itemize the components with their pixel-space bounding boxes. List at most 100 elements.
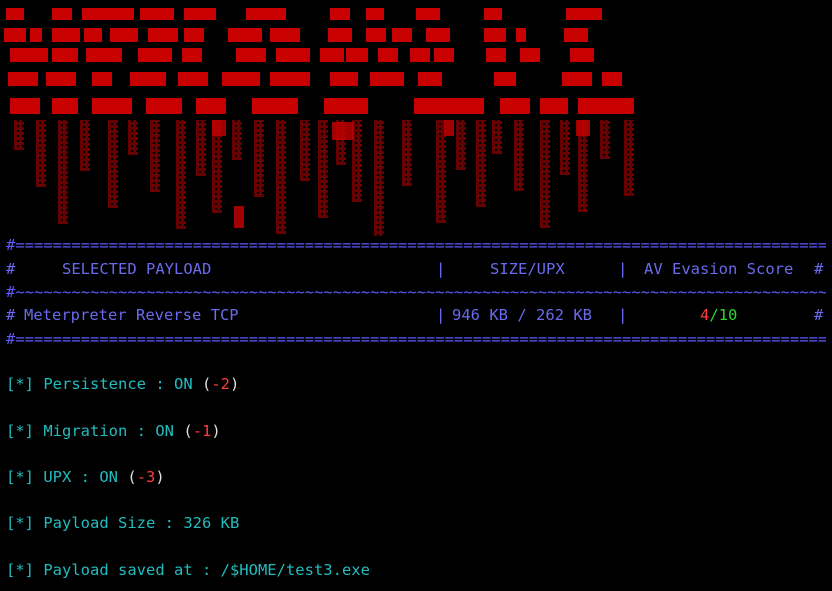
banner-block	[52, 98, 78, 114]
av-score-value: 4	[700, 306, 710, 324]
banner-block	[252, 98, 298, 114]
log-prefix: [*]	[6, 561, 34, 579]
banner-block	[602, 72, 622, 86]
banner-block	[392, 28, 412, 42]
banner-block	[540, 98, 568, 114]
ascii-art-banner	[0, 0, 832, 236]
banner-block	[328, 28, 352, 42]
banner-block	[378, 48, 398, 62]
saved-at-text: Payload saved at : /$HOME/test3.exe	[43, 561, 370, 579]
log-line-migration: [*] Migration : ON (-1)	[6, 422, 221, 440]
payload-size: 946 KB / 262 KB	[452, 306, 592, 324]
banner-accent	[444, 120, 454, 136]
banner-block	[486, 48, 506, 62]
banner-block	[236, 48, 266, 62]
banner-block	[52, 28, 80, 42]
banner-block	[178, 72, 208, 86]
log-prefix: [*]	[6, 375, 34, 393]
log-line-payload-size: [*] Payload Size : 326 KB	[6, 513, 239, 533]
banner-drip	[514, 120, 524, 191]
banner-block	[330, 8, 350, 20]
log-prefix: [*]	[6, 422, 34, 440]
banner-block	[330, 72, 358, 86]
banner-accent	[332, 122, 354, 140]
banner-block	[184, 28, 204, 42]
banner-block	[8, 72, 38, 86]
banner-drip	[402, 120, 412, 186]
banner-block	[570, 48, 594, 62]
banner-drip	[80, 120, 90, 171]
banner-block	[484, 8, 502, 20]
banner-drip	[196, 120, 206, 176]
log-delta: -1	[192, 422, 212, 440]
banner-block	[196, 98, 226, 114]
banner-block	[10, 98, 40, 114]
banner-block	[228, 28, 262, 42]
log-line-saved-at: [*] Payload saved at : /$HOME/test3.exe	[6, 560, 370, 580]
banner-block	[84, 28, 102, 42]
banner-drip	[300, 120, 310, 181]
banner-block	[182, 48, 202, 62]
banner-drip	[276, 120, 286, 234]
log-prefix: [*]	[6, 468, 34, 486]
banner-drip	[128, 120, 138, 155]
banner-block	[130, 72, 166, 86]
banner-drip	[560, 120, 570, 175]
header-av-evasion-score: AV Evasion Score	[644, 260, 794, 278]
banner-drip	[232, 120, 242, 160]
banner-block	[494, 72, 516, 86]
banner-accent	[576, 120, 590, 136]
banner-block	[578, 98, 634, 114]
payload-name: Meterpreter Reverse TCP	[24, 306, 239, 324]
log-line-persistence: [*] Persistence : ON (-2)	[6, 375, 240, 393]
table-header-row: # SELECTED PAYLOAD | SIZE/UPX | AV Evasi…	[6, 260, 824, 278]
log-prefix: [*]	[6, 514, 34, 532]
log-delta: -2	[211, 375, 231, 393]
banner-block	[366, 28, 386, 42]
log-label: UPX : ON	[43, 468, 118, 486]
banner-drip	[456, 120, 466, 170]
banner-drip	[476, 120, 486, 207]
banner-block	[346, 48, 368, 62]
banner-block	[418, 72, 442, 86]
banner-block	[82, 8, 134, 20]
banner-block	[30, 28, 42, 42]
table-mid-rule: #~~~~~~~~~~~~~~~~~~~~~~~~~~~~~~~~~~~~~~~…	[6, 285, 826, 299]
banner-block	[562, 72, 592, 86]
banner-block	[46, 72, 76, 86]
banner-drip	[176, 120, 186, 229]
banner-block	[500, 98, 530, 114]
banner-block	[566, 8, 602, 20]
banner-drip	[108, 120, 118, 208]
banner-block	[246, 8, 286, 20]
banner-drip	[36, 120, 46, 187]
banner-block	[520, 48, 540, 62]
banner-drip	[14, 120, 24, 150]
header-size-upx: SIZE/UPX	[490, 260, 565, 278]
banner-block	[434, 48, 454, 62]
table-top-rule: #=======================================…	[6, 238, 826, 252]
banner-block	[416, 8, 440, 20]
banner-block	[324, 98, 368, 114]
banner-block	[146, 98, 182, 114]
banner-block	[110, 28, 138, 42]
banner-drip	[624, 120, 634, 196]
banner-block	[366, 8, 384, 20]
banner-drip	[600, 120, 610, 159]
banner-block	[4, 28, 26, 42]
payload-size-text: Payload Size : 326 KB	[43, 514, 240, 532]
banner-block	[370, 72, 404, 86]
banner-block	[516, 28, 526, 42]
banner-drip	[58, 120, 68, 224]
banner-block	[148, 28, 178, 42]
banner-block	[92, 72, 112, 86]
banner-block	[52, 48, 78, 62]
banner-block	[276, 48, 310, 62]
banner-block	[6, 8, 24, 20]
banner-block	[484, 28, 506, 42]
header-selected-payload: SELECTED PAYLOAD	[62, 260, 212, 278]
banner-block	[410, 48, 430, 62]
banner-accent	[234, 206, 244, 228]
banner-block	[270, 28, 300, 42]
table-row: # Meterpreter Reverse TCP | 946 KB / 262…	[6, 306, 824, 324]
